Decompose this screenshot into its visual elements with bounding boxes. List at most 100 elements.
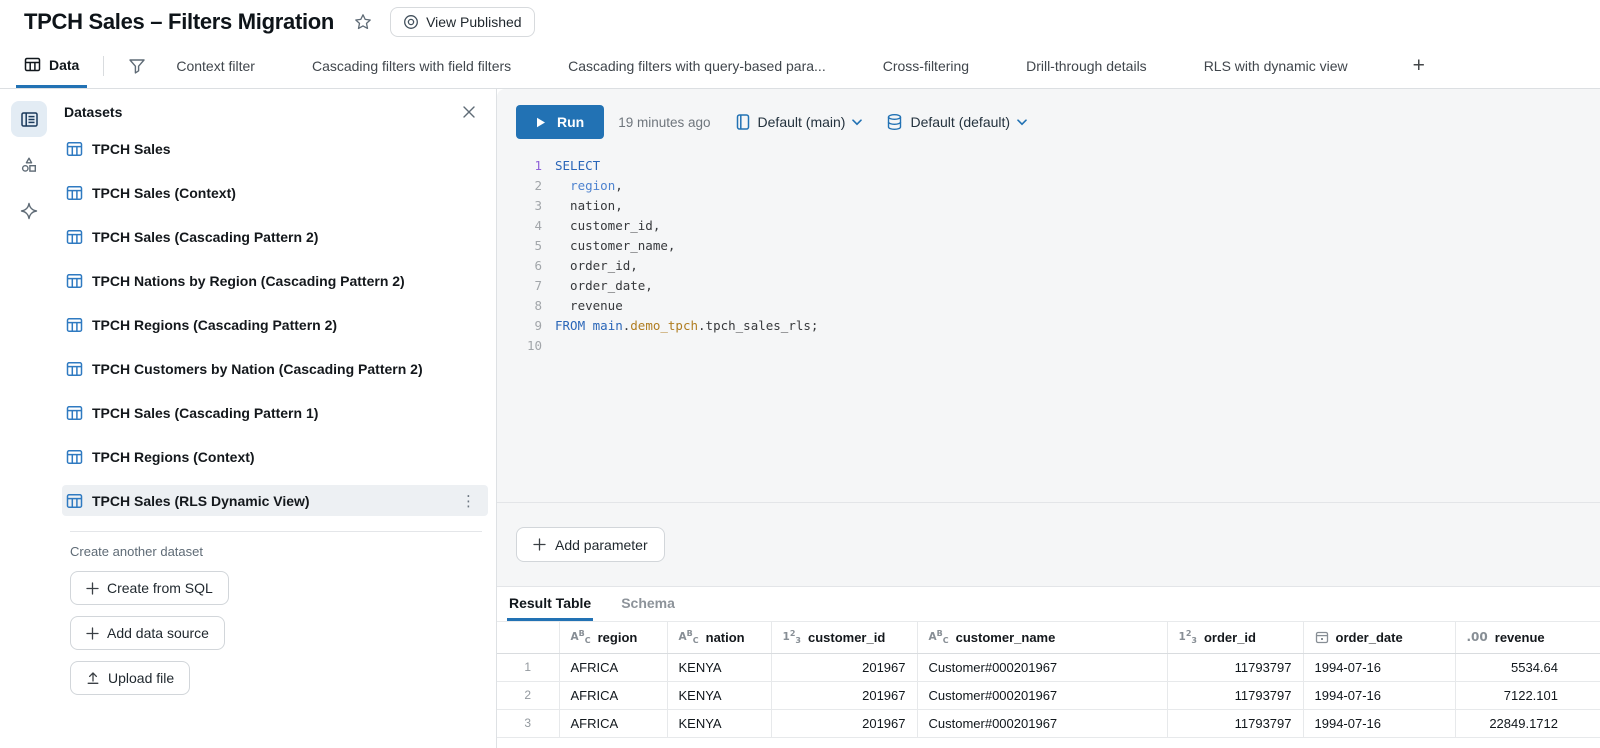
line-number: 8 bbox=[497, 296, 555, 316]
sidebar-icon-rail bbox=[0, 89, 58, 748]
favorite-star-button[interactable] bbox=[354, 13, 372, 31]
dataset-label: TPCH Sales (Cascading Pattern 1) bbox=[92, 405, 480, 421]
row-number-cell: 1 bbox=[497, 653, 559, 681]
code-line[interactable]: 1SELECT bbox=[497, 156, 1600, 176]
column-header-customer_name: ABC customer_name bbox=[917, 622, 1167, 653]
date-type-icon bbox=[1315, 630, 1329, 644]
line-number: 5 bbox=[497, 236, 555, 256]
integer-type-icon: 123 bbox=[1179, 631, 1197, 643]
add-page-button[interactable]: + bbox=[1405, 44, 1433, 88]
data-grid-icon bbox=[24, 56, 41, 73]
code-line[interactable]: 8 revenue bbox=[497, 296, 1600, 316]
dataset-item[interactable]: TPCH Regions (Cascading Pattern 2) bbox=[62, 309, 488, 340]
tab-drill-through-details[interactable]: Drill-through details bbox=[1026, 44, 1147, 88]
results-section: Result TableSchema ABCregionABCnation123… bbox=[497, 587, 1600, 748]
tab-cascading-filters-with-query-based-para[interactable]: Cascading filters with query-based para.… bbox=[568, 44, 826, 88]
cell-region: AFRICA bbox=[559, 681, 667, 709]
tab-context-filter[interactable]: Context filter bbox=[176, 44, 255, 88]
parameters-section: Add parameter bbox=[497, 503, 1600, 587]
column-header-revenue: .00revenue bbox=[1455, 622, 1600, 653]
last-run-timestamp: 19 minutes ago bbox=[618, 115, 710, 130]
cell-customer_name: Customer#000201967 bbox=[917, 653, 1167, 681]
catalog-selector[interactable]: Default (main) bbox=[735, 113, 863, 131]
cell-customer_id: 201967 bbox=[771, 653, 917, 681]
dataset-label: TPCH Sales bbox=[92, 141, 480, 157]
dataset-label: TPCH Regions (Cascading Pattern 2) bbox=[92, 317, 480, 333]
result-tab-result-table[interactable]: Result Table bbox=[507, 587, 593, 621]
code-line[interactable]: 7 order_date, bbox=[497, 276, 1600, 296]
dataset-item[interactable]: TPCH Customers by Nation (Cascading Patt… bbox=[62, 353, 488, 384]
code-line[interactable]: 6 order_id, bbox=[497, 256, 1600, 276]
datasets-sidebar: Datasets TPCH Sales TPCH Sales (Context) T… bbox=[0, 89, 497, 748]
create-button-label: Upload file bbox=[108, 670, 174, 686]
cell-region: AFRICA bbox=[559, 709, 667, 737]
cell-customer_id: 201967 bbox=[771, 709, 917, 737]
code-line[interactable]: 3 nation, bbox=[497, 196, 1600, 216]
column-header-nation: ABCnation bbox=[667, 622, 771, 653]
upload-file-button[interactable]: Upload file bbox=[70, 661, 190, 695]
row-number-header bbox=[497, 622, 559, 653]
code-line[interactable]: 9FROM main.demo_tpch.tpch_sales_rls; bbox=[497, 316, 1600, 336]
rail-canvas-button[interactable] bbox=[11, 147, 47, 183]
sidebar-divider bbox=[70, 531, 482, 532]
column-header-customer_id: 123customer_id bbox=[771, 622, 917, 653]
dataset-item[interactable]: TPCH Sales (Cascading Pattern 2) bbox=[62, 221, 488, 252]
result-tab-schema[interactable]: Schema bbox=[619, 587, 677, 621]
tab-cascading-filters-with-field-filters[interactable]: Cascading filters with field filters bbox=[312, 44, 511, 88]
chevron-down-icon bbox=[1017, 119, 1027, 126]
dataset-editor-main: Run 19 minutes ago Default (main) bbox=[497, 89, 1600, 748]
result-tabs: Result Table Schema bbox=[497, 587, 1600, 622]
code-line[interactable]: 2 region, bbox=[497, 176, 1600, 196]
cell-nation: KENYA bbox=[667, 653, 771, 681]
add-parameter-label: Add parameter bbox=[555, 537, 648, 553]
dataset-item[interactable]: TPCH Regions (Context) bbox=[62, 441, 488, 472]
create-from-sql-button[interactable]: Create from SQL bbox=[70, 571, 229, 605]
view-published-button[interactable]: View Published bbox=[390, 7, 534, 37]
dataset-label: TPCH Sales (Cascading Pattern 2) bbox=[92, 229, 480, 245]
datasets-panel-title: Datasets bbox=[64, 104, 122, 120]
rail-assistant-button[interactable] bbox=[11, 193, 47, 229]
tab-data[interactable]: Data bbox=[16, 44, 87, 88]
dataset-label: TPCH Customers by Nation (Cascading Patt… bbox=[92, 361, 480, 377]
tab-rls-with-dynamic-view[interactable]: RLS with dynamic view bbox=[1204, 44, 1348, 88]
chevron-down-icon bbox=[852, 119, 862, 126]
close-panel-button[interactable] bbox=[456, 103, 482, 121]
view-published-label: View Published bbox=[426, 14, 521, 30]
plus-icon bbox=[86, 582, 99, 595]
page-title: TPCH Sales – Filters Migration bbox=[24, 9, 334, 35]
code-line[interactable]: 4 customer_id, bbox=[497, 216, 1600, 236]
dataset-table-icon bbox=[66, 273, 83, 289]
cell-customer_name: Customer#000201967 bbox=[917, 681, 1167, 709]
line-number: 4 bbox=[497, 216, 555, 236]
string-type-icon: ABC bbox=[929, 631, 949, 643]
dataset-item[interactable]: TPCH Sales bbox=[62, 133, 488, 164]
cell-order_date: 1994-07-16 bbox=[1303, 653, 1455, 681]
table-row: 1AFRICAKENYA201967Customer#0002019671179… bbox=[497, 653, 1600, 681]
rail-datasets-button[interactable] bbox=[11, 101, 47, 137]
upload-icon bbox=[86, 671, 100, 685]
code-line[interactable]: 10 bbox=[497, 336, 1600, 356]
dataset-kebab-menu[interactable]: ⋮ bbox=[457, 492, 480, 510]
schema-selector[interactable]: Default (default) bbox=[886, 113, 1027, 131]
line-number: 2 bbox=[497, 176, 555, 196]
code-line[interactable]: 5 customer_name, bbox=[497, 236, 1600, 256]
tab-cross-filtering[interactable]: Cross-filtering bbox=[883, 44, 969, 88]
cell-order_date: 1994-07-16 bbox=[1303, 681, 1455, 709]
run-button[interactable]: Run bbox=[516, 105, 604, 139]
line-number: 1 bbox=[497, 156, 555, 176]
dataset-item-selected[interactable]: TPCH Sales (RLS Dynamic View) ⋮ bbox=[62, 485, 488, 516]
dataset-item[interactable]: TPCH Sales (Cascading Pattern 1) bbox=[62, 397, 488, 428]
string-type-icon: ABC bbox=[679, 631, 699, 643]
dataset-item[interactable]: TPCH Nations by Region (Cascading Patter… bbox=[62, 265, 488, 296]
page-tab-bar: Data Context filter Cascading filters wit… bbox=[0, 44, 1600, 89]
sql-code-editor[interactable]: 1SELECT2 region,3 nation,4 customer_id,5… bbox=[497, 156, 1600, 502]
add-parameter-button[interactable]: Add parameter bbox=[516, 527, 665, 562]
dataset-label: TPCH Regions (Context) bbox=[92, 449, 480, 465]
line-number: 6 bbox=[497, 256, 555, 276]
cell-revenue: 22849.1712 bbox=[1455, 709, 1600, 737]
filter-funnel-button[interactable] bbox=[118, 44, 156, 88]
column-name: customer_name bbox=[956, 630, 1056, 645]
add-data-source-button[interactable]: Add data source bbox=[70, 616, 225, 650]
dataset-label: TPCH Sales (RLS Dynamic View) bbox=[92, 493, 448, 509]
dataset-item[interactable]: TPCH Sales (Context) bbox=[62, 177, 488, 208]
